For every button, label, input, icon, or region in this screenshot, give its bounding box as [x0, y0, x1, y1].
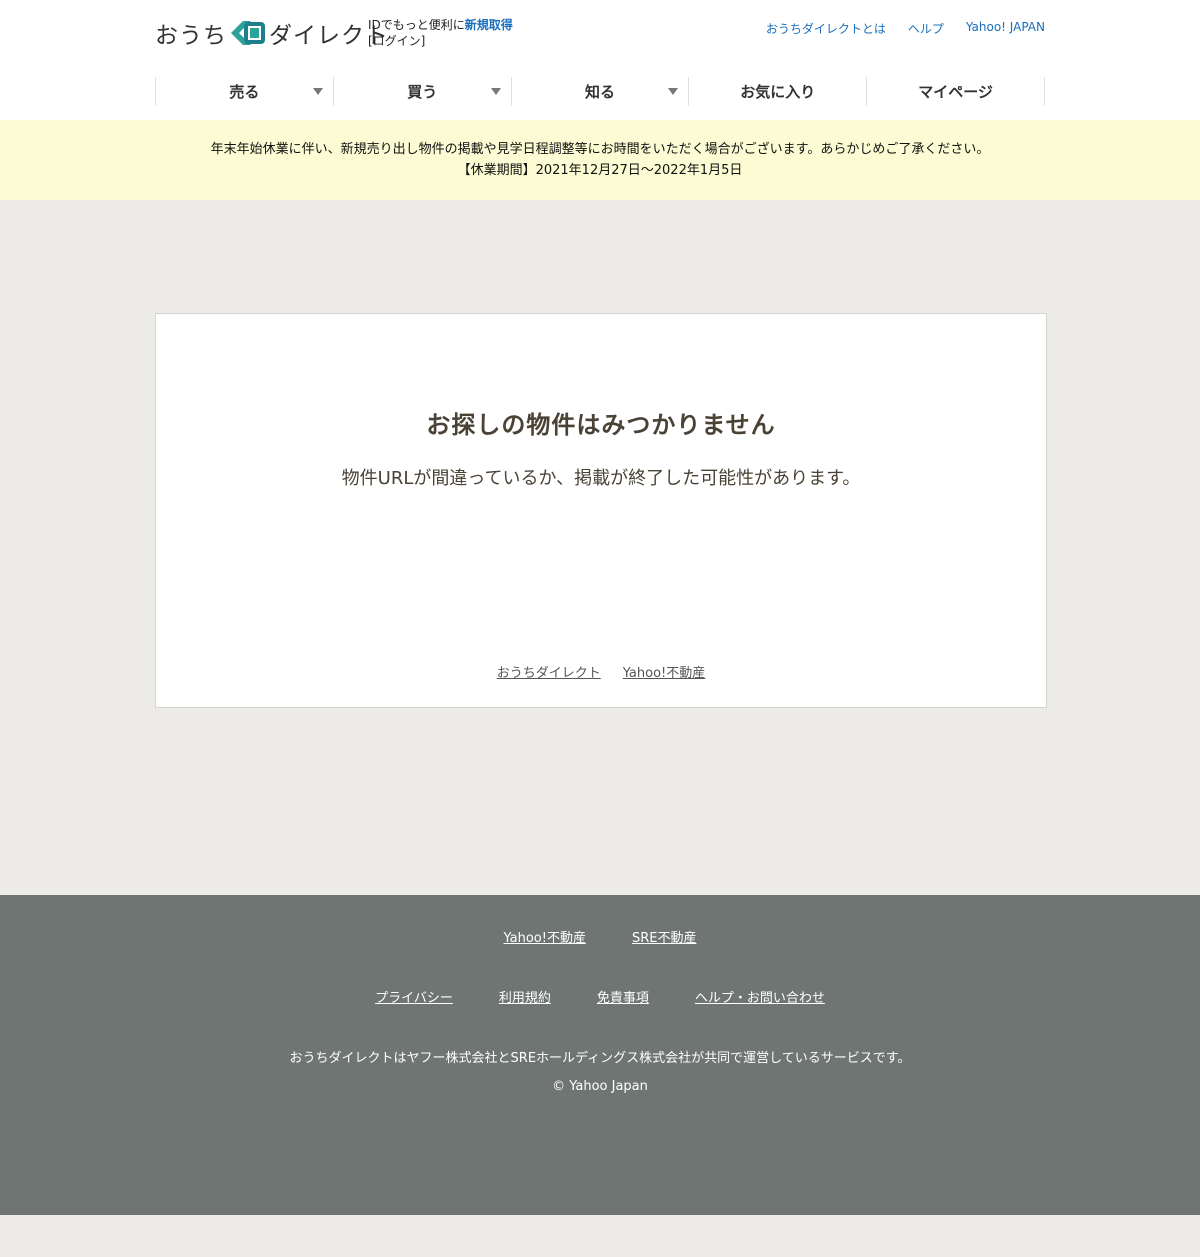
site-logo[interactable]: おうち ダイレクト	[155, 17, 389, 49]
page-title: お探しの物件はみつかりません	[426, 411, 776, 439]
nav-learn[interactable]: 知る	[510, 77, 689, 106]
ouchi-direct-link[interactable]: おうちダイレクト	[497, 662, 601, 681]
site-footer: Yahoo!不動産 SRE不動産 プライバシー 利用規約 免責事項 ヘルプ・お問…	[0, 895, 1200, 1215]
footer-yahoo-fudosan-link[interactable]: Yahoo!不動産	[504, 927, 586, 946]
not-found-card: お探しの物件はみつかりません 物件URLが間違っているか、掲載が終了した可能性が…	[155, 313, 1047, 708]
site-header: おうち ダイレクト IDでもっと便利に新規取得 [ログイン] おうちダイレクトと…	[0, 0, 1200, 120]
login-block: IDでもっと便利に新規取得 [ログイン]	[368, 17, 513, 49]
main-nav: 売る 買う 知る お気に入り マイページ	[155, 77, 1045, 106]
logo-text-left: おうち	[155, 23, 227, 49]
yahoo-fudosan-link[interactable]: Yahoo!不動産	[623, 662, 705, 681]
page-subtitle: 物件URLが間違っているか、掲載が終了した可能性があります。	[341, 468, 861, 489]
footer-partner-links: Yahoo!不動産 SRE不動産	[0, 927, 1200, 946]
caret-down-icon	[490, 88, 501, 95]
footer-disclaimer-link[interactable]: 免責事項	[597, 987, 649, 1006]
footer-terms-link[interactable]: 利用規約	[499, 987, 551, 1006]
nav-learn-label: 知る	[584, 83, 615, 101]
yahoo-japan-link[interactable]: Yahoo! JAPAN	[966, 20, 1045, 37]
login-prefix: IDでもっと便利に	[368, 18, 465, 32]
nav-mypage[interactable]: マイページ	[866, 77, 1045, 106]
nav-buy-label: 買う	[407, 83, 438, 101]
footer-policy-links: プライバシー 利用規約 免責事項 ヘルプ・お問い合わせ	[0, 987, 1200, 1006]
footer-copyright: © Yahoo Japan	[552, 1079, 648, 1094]
nav-favorites-label: お気に入り	[740, 83, 816, 101]
caret-down-icon	[668, 88, 679, 95]
nav-sell-label: 売る	[229, 83, 260, 101]
signup-link[interactable]: 新規取得	[465, 18, 513, 32]
footer-privacy-link[interactable]: プライバシー	[375, 987, 453, 1006]
caret-down-icon	[312, 88, 323, 95]
nav-buy[interactable]: 買う	[332, 77, 511, 106]
footer-help-contact-link[interactable]: ヘルプ・お問い合わせ	[695, 987, 825, 1006]
card-links: おうちダイレクト Yahoo!不動産	[156, 662, 1046, 681]
footer-description: おうちダイレクトはヤフー株式会社とSREホールディングス株式会社が共同で運営して…	[289, 1051, 911, 1066]
holiday-notice: 年末年始休業に伴い、新規売り出し物件の掲載や見学日程調整等にお時間をいただく場合…	[0, 120, 1200, 200]
nav-mypage-label: マイページ	[918, 83, 993, 101]
footer-sre-fudosan-link[interactable]: SRE不動産	[632, 927, 697, 946]
nav-sell[interactable]: 売る	[155, 77, 333, 106]
logo-mark-icon	[231, 21, 265, 45]
nav-favorites[interactable]: お気に入り	[688, 77, 866, 106]
top-links: おうちダイレクトとは ヘルプ Yahoo! JAPAN	[766, 20, 1045, 37]
about-link[interactable]: おうちダイレクトとは	[766, 20, 886, 37]
help-link[interactable]: ヘルプ	[908, 20, 944, 37]
login-link[interactable]: [ログイン]	[368, 33, 513, 49]
notice-line-1: 年末年始休業に伴い、新規売り出し物件の掲載や見学日程調整等にお時間をいただく場合…	[210, 142, 990, 157]
notice-line-2: 【休業期間】2021年12月27日～2022年1月5日	[457, 163, 743, 178]
